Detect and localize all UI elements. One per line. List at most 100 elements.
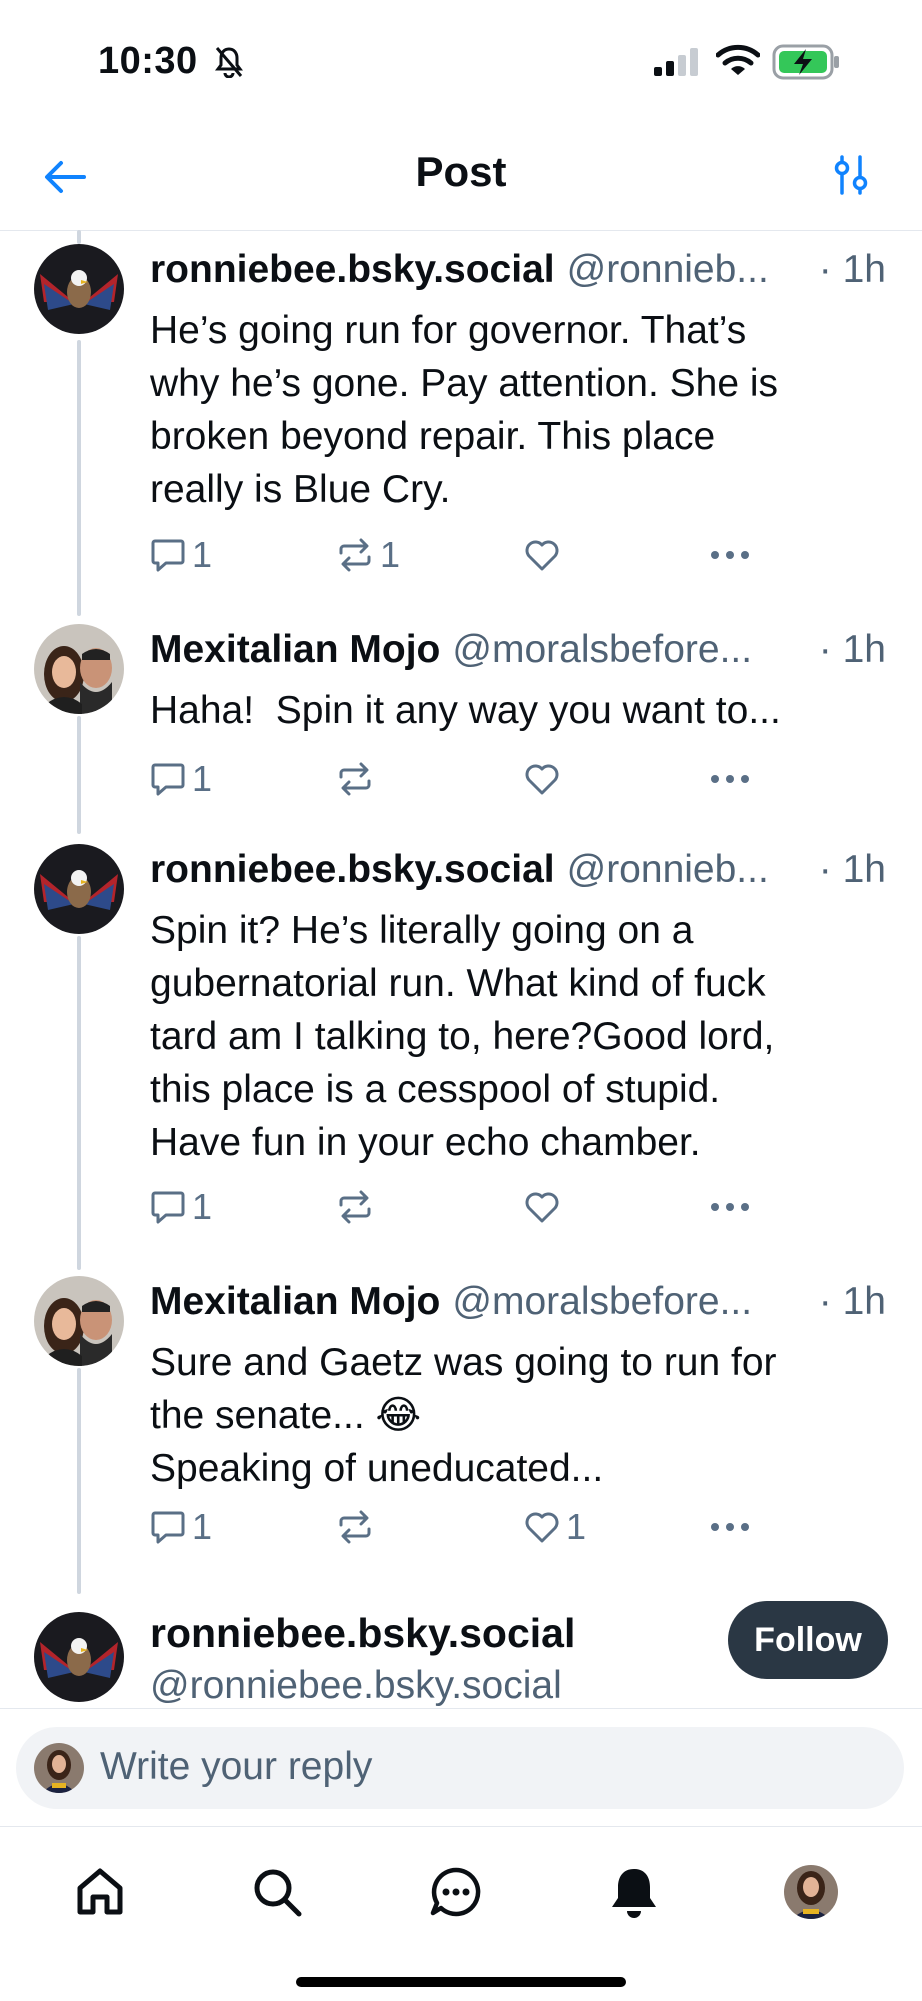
repost-button[interactable] — [336, 1502, 380, 1552]
reply-icon — [151, 1191, 185, 1224]
post-header: ronniebee.bsky.social @ronnieb... · 1h — [150, 244, 886, 296]
reply-input[interactable]: Write your reply — [16, 1727, 904, 1809]
cellular-signal-icon — [654, 48, 702, 81]
wifi-icon — [715, 44, 761, 83]
author-handle[interactable]: @moralsbefore... — [452, 628, 752, 672]
post-actions: 1 — [150, 754, 770, 804]
avatar[interactable] — [34, 844, 124, 934]
heart-icon — [525, 1512, 559, 1543]
post-text-line: Speaking of uneducated... — [150, 1447, 604, 1490]
like-button[interactable]: 1 — [524, 1502, 586, 1552]
author-name[interactable]: ronniebee.bsky.social — [150, 248, 555, 292]
reply-composer-bar: Write your reply — [0, 1708, 922, 1827]
ellipsis-icon — [711, 551, 749, 559]
profile-avatar-icon — [784, 1865, 838, 1919]
post-timestamp: · 1h — [818, 1280, 886, 1323]
bottom-tab-bar — [0, 1826, 922, 2001]
tab-search[interactable] — [242, 1857, 312, 1927]
home-indicator — [296, 1977, 626, 1987]
repost-button[interactable] — [336, 1182, 380, 1232]
post-header: Mexitalian Mojo @moralsbefore... · 1h — [150, 624, 886, 676]
like-button[interactable] — [524, 530, 566, 580]
author-name[interactable]: Mexitalian Mojo — [150, 1280, 440, 1324]
bell-off-icon — [214, 46, 244, 83]
more-options-button[interactable] — [710, 530, 750, 580]
user-avatar-icon — [34, 1743, 84, 1793]
more-options-button[interactable] — [710, 1502, 750, 1552]
repost-icon — [339, 762, 371, 796]
post-item[interactable]: Mexitalian Mojo @moralsbefore... · 1h Ha… — [0, 624, 922, 804]
avatar[interactable] — [34, 624, 124, 714]
post-text-line: Sure and Gaetz was going to run for — [150, 1341, 777, 1384]
status-bar: 10:30 — [0, 0, 922, 120]
author-name[interactable]: Mexitalian Mojo — [150, 628, 440, 672]
thread-settings-button[interactable] — [826, 150, 876, 200]
avatar — [34, 1743, 84, 1793]
reply-placeholder: Write your reply — [100, 1745, 373, 1788]
reply-icon — [151, 763, 185, 796]
ellipsis-icon — [711, 1523, 749, 1531]
post-actions: 1 1 — [150, 530, 770, 580]
header: Post — [0, 120, 922, 231]
author-name[interactable]: ronniebee.bsky.social — [150, 848, 555, 892]
tab-chat[interactable] — [421, 1857, 491, 1927]
more-options-button[interactable] — [710, 754, 750, 804]
follow-button[interactable]: Follow — [728, 1601, 888, 1679]
eagle-flag-avatar-icon — [34, 1612, 124, 1702]
like-button[interactable] — [524, 1182, 566, 1232]
author-handle[interactable]: @ronnieb... — [567, 248, 769, 292]
reply-count: 1 — [192, 758, 213, 799]
post-item[interactable]: ronniebee.bsky.social @ronnieb... · 1h S… — [0, 844, 922, 1244]
post-header: Mexitalian Mojo @moralsbefore... · 1h — [150, 1276, 886, 1328]
battery-charging-icon — [772, 44, 842, 85]
author-handle[interactable]: @moralsbefore... — [452, 1280, 752, 1324]
like-button[interactable] — [524, 754, 566, 804]
post-text: Haha! Spin it any way you want to... — [150, 689, 781, 732]
post-timestamp: · 1h — [818, 848, 886, 891]
home-icon — [77, 1868, 123, 1915]
post-text: Spin it? He’s literally going on a guber… — [150, 909, 775, 1164]
author-name[interactable]: ronniebee.bsky.social — [150, 1612, 575, 1657]
reply-icon — [151, 1511, 185, 1544]
reply-button[interactable]: 1 — [150, 754, 212, 804]
avatar[interactable] — [34, 1612, 124, 1702]
post-timestamp: · 1h — [818, 248, 886, 291]
heart-icon — [525, 1192, 559, 1223]
heart-icon — [525, 540, 559, 571]
repost-icon — [339, 1510, 371, 1544]
reply-count: 1 — [192, 1186, 213, 1227]
repost-button[interactable]: 1 — [336, 530, 400, 580]
status-time: 10:30 — [98, 40, 198, 82]
avatar[interactable] — [34, 244, 124, 334]
chat-bubble-icon — [430, 1867, 481, 1917]
thread-connector — [77, 230, 81, 244]
sliders-icon — [834, 155, 868, 195]
avatar[interactable] — [34, 1276, 124, 1366]
tab-notifications[interactable] — [599, 1857, 669, 1927]
author-handle[interactable]: @ronniebee.bsky.social — [150, 1664, 562, 1708]
tab-home[interactable] — [65, 1857, 135, 1927]
post-item[interactable]: ronniebee.bsky.social @ronnieb... · 1h H… — [0, 244, 922, 604]
more-options-button[interactable] — [710, 1182, 750, 1232]
post-text: Sure and Gaetz was going to run for the … — [150, 1336, 870, 1495]
page-title: Post — [415, 148, 507, 195]
bell-icon — [612, 1869, 656, 1918]
reply-count: 1 — [192, 534, 213, 575]
reply-icon — [151, 539, 185, 572]
reply-button[interactable]: 1 — [150, 1502, 212, 1552]
reply-count: 1 — [192, 1506, 213, 1547]
repost-count: 1 — [380, 534, 401, 575]
reply-button[interactable]: 1 — [150, 1182, 212, 1232]
repost-button[interactable] — [336, 754, 380, 804]
repost-icon — [339, 538, 371, 572]
reply-button[interactable]: 1 — [150, 530, 212, 580]
post-text-line: the senate... — [150, 1394, 376, 1437]
repost-icon — [339, 1190, 371, 1224]
eagle-flag-avatar-icon — [34, 844, 124, 934]
post-text: He’s going run for governor. That’s why … — [150, 309, 779, 511]
post-item[interactable]: Mexitalian Mojo @moralsbefore... · 1h Su… — [0, 1276, 922, 1576]
author-handle[interactable]: @ronnieb... — [567, 848, 769, 892]
post-actions: 1 1 — [150, 1502, 770, 1552]
tab-profile[interactable] — [776, 1857, 846, 1927]
couple-photo-avatar-icon — [34, 1276, 124, 1366]
